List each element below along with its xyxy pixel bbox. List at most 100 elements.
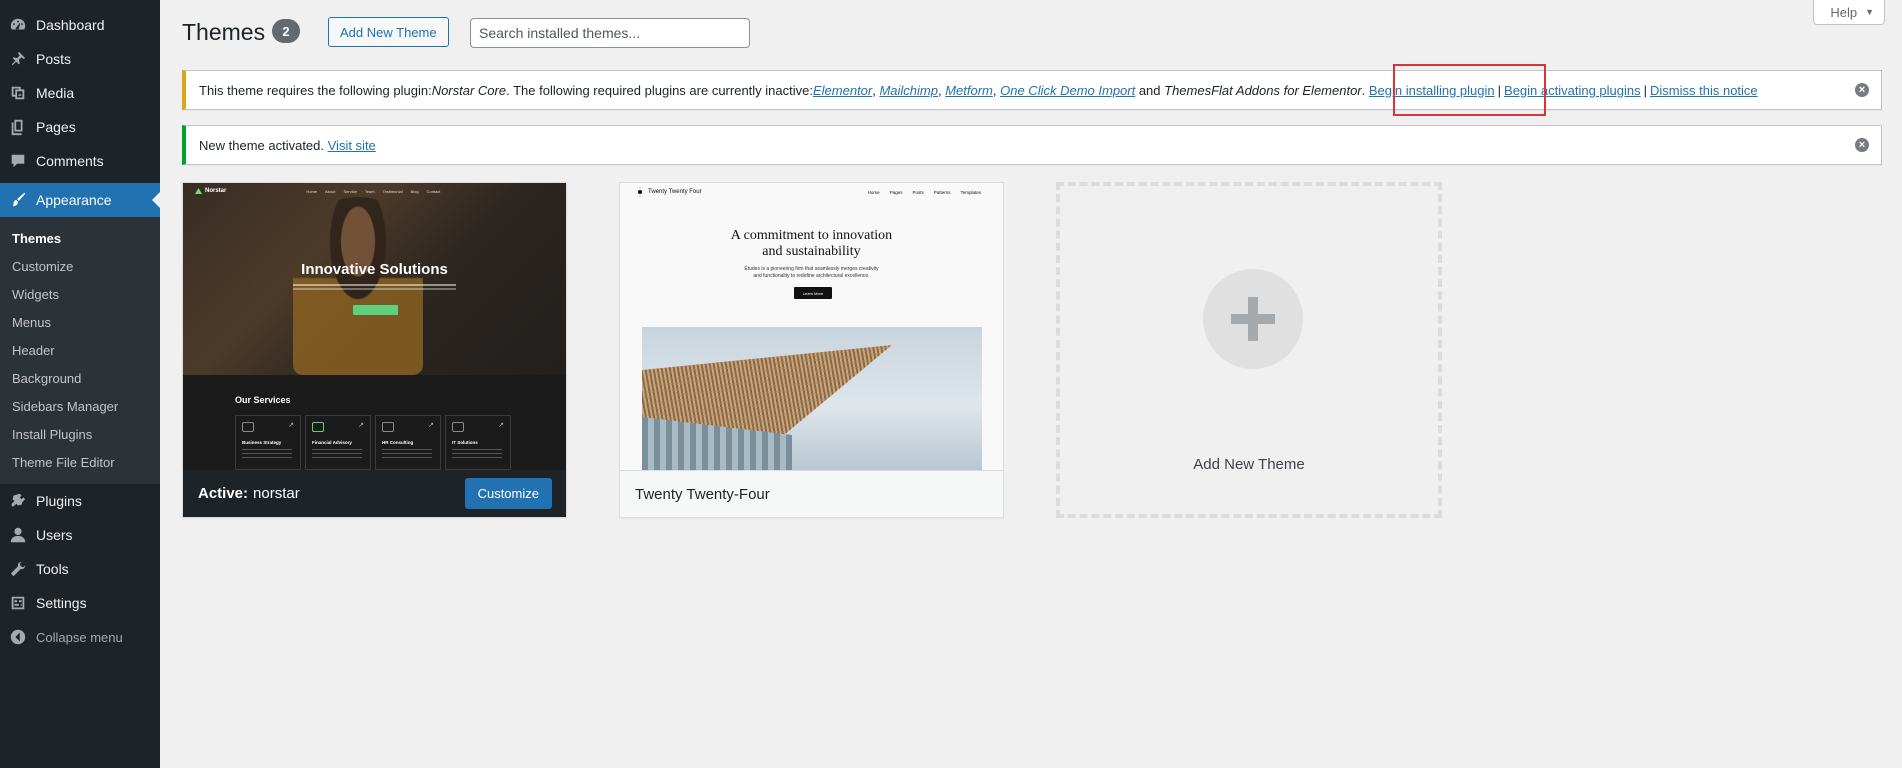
submenu-widgets[interactable]: Widgets — [0, 280, 160, 308]
tt4-architecture-image — [642, 327, 982, 470]
menu-appearance[interactable]: Appearance — [0, 183, 160, 217]
pages-icon — [0, 118, 36, 136]
notice-and: and — [1135, 82, 1165, 98]
people-icon — [382, 422, 394, 432]
submenu-background[interactable]: Background — [0, 364, 160, 392]
menu-pages[interactable]: Pages — [0, 110, 160, 144]
theme-name-bar: Active: norstar Customize — [183, 470, 566, 517]
menu-appearance-label: Appearance — [36, 192, 112, 208]
dismiss-close-icon[interactable]: × — [1855, 138, 1869, 152]
theme-activated-notice: New theme activated. Visit site × — [182, 125, 1882, 165]
plugin-link-one-click-demo-import[interactable]: One Click Demo Import — [1000, 83, 1135, 98]
add-new-theme-button[interactable]: Add New Theme — [328, 17, 449, 47]
visit-site-link[interactable]: Visit site — [328, 138, 376, 153]
menu-users[interactable]: Users — [0, 518, 160, 552]
appearance-submenu: Themes Customize Widgets Menus Header Ba… — [0, 217, 160, 484]
pin-icon — [0, 50, 36, 68]
settings-icon — [0, 594, 36, 612]
service-box: ↗ IT Solutions — [445, 415, 511, 470]
plugin-link-mailchimp[interactable]: Mailchimp — [879, 83, 938, 98]
begin-activating-plugins-link[interactable]: Begin activating plugins — [1504, 83, 1641, 98]
norstar-logo-icon — [195, 188, 202, 194]
menu-comments[interactable]: Comments — [0, 144, 160, 178]
menu-settings[interactable]: Settings — [0, 586, 160, 620]
add-new-theme-label: Add New Theme — [1193, 456, 1305, 473]
tt4-heading: A commitment to innovation and sustainab… — [730, 228, 893, 259]
menu-media-label: Media — [36, 85, 75, 101]
collapse-icon — [0, 628, 36, 646]
submenu-menus[interactable]: Menus — [0, 308, 160, 336]
plugin-link-metform[interactable]: Metform — [945, 83, 993, 98]
dashboard-icon — [0, 16, 36, 34]
norstar-hero-image: Norstar Home About Service Team Testimon… — [183, 183, 566, 375]
norstar-cta-button — [353, 305, 398, 315]
media-icon — [0, 84, 36, 102]
customize-button[interactable]: Customize — [464, 478, 552, 509]
notice-text-1: This theme requires the following plugin… — [199, 82, 432, 98]
wrench-icon — [0, 560, 36, 578]
dismiss-close-icon[interactable]: × — [1855, 83, 1869, 97]
menu-tools[interactable]: Tools — [0, 552, 160, 586]
paintbrush-icon — [0, 191, 36, 209]
tree-icon — [312, 422, 324, 432]
theme-name: Twenty Twenty-Four — [635, 485, 770, 503]
norstar-services-section: Our Services ↗ Business Strategy ↗ Financi… — [183, 375, 566, 470]
tt4-subtext: Études is a pioneering firm that seamles… — [744, 266, 879, 279]
menu-comments-label: Comments — [36, 153, 104, 169]
service-box: ↗ Financial Advisory — [305, 415, 371, 470]
caret-down-icon: ▼ — [1865, 7, 1874, 17]
menu-posts-label: Posts — [36, 51, 72, 67]
submenu-header[interactable]: Header — [0, 336, 160, 364]
separator: | — [1497, 82, 1502, 98]
comment-icon — [0, 152, 36, 170]
submenu-customize[interactable]: Customize — [0, 252, 160, 280]
menu-dashboard-label: Dashboard — [36, 17, 105, 33]
required-plugins-notice: This theme requires the following plugin… — [182, 70, 1882, 110]
main-content: Themes 2 Add New Theme Help ▼ This theme… — [160, 0, 1902, 768]
plugin-themesflat-addons: ThemesFlat Addons for Elementor — [1164, 82, 1362, 98]
norstar-preview-nav: Norstar Home About Service Team Testimon… — [183, 183, 566, 199]
menu-plugins-label: Plugins — [36, 493, 82, 509]
tt4-learn-more-button: Learn More — [794, 287, 832, 299]
tt4-logo-icon — [638, 190, 642, 194]
monitor-icon — [452, 422, 464, 432]
plus-icon — [1203, 269, 1303, 369]
submenu-sidebars-manager[interactable]: Sidebars Manager — [0, 392, 160, 420]
dismiss-notice-link[interactable]: Dismiss this notice — [1650, 83, 1758, 98]
add-new-theme-card[interactable]: Add New Theme — [1056, 182, 1442, 518]
menu-dashboard[interactable]: Dashboard — [0, 8, 160, 42]
plug-icon — [0, 492, 36, 510]
menu-pages-label: Pages — [36, 119, 76, 135]
search-themes-input[interactable] — [470, 18, 750, 48]
plugin-link-elementor[interactable]: Elementor — [813, 83, 872, 98]
menu-media[interactable]: Media — [0, 76, 160, 110]
collapse-menu[interactable]: Collapse menu — [0, 620, 160, 654]
active-theme-name: norstar — [253, 485, 300, 502]
theme-count-badge: 2 — [272, 19, 300, 43]
activated-text: New theme activated. — [199, 137, 328, 153]
theme-card-twenty-twenty-four[interactable]: Twenty Twenty Four Home Pages Posts Patt… — [619, 182, 1004, 518]
menu-plugins[interactable]: Plugins — [0, 484, 160, 518]
notice-period: . — [1361, 82, 1369, 98]
active-prefix: Active: — [198, 485, 249, 502]
required-plugin-name: Norstar Core — [431, 82, 507, 98]
tt4-preview-nav: Twenty Twenty Four Home Pages Posts Patt… — [620, 183, 1003, 201]
help-tab-button[interactable]: Help ▼ — [1813, 0, 1885, 25]
submenu-themes[interactable]: Themes — [0, 224, 160, 252]
menu-settings-label: Settings — [36, 595, 87, 611]
theme-screenshot-norstar: Norstar Home About Service Team Testimon… — [183, 183, 566, 470]
separator: | — [1643, 82, 1648, 98]
menu-posts[interactable]: Posts — [0, 42, 160, 76]
menu-users-label: Users — [36, 527, 73, 543]
begin-installing-plugin-link[interactable]: Begin installing plugin — [1369, 83, 1495, 98]
service-box: ↗ Business Strategy — [235, 415, 301, 470]
help-label: Help — [1830, 4, 1858, 20]
page-title: Themes — [182, 19, 266, 45]
service-box: ↗ HR Consulting — [375, 415, 441, 470]
theme-card-norstar[interactable]: Norstar Home About Service Team Testimon… — [182, 182, 567, 518]
theme-screenshot-twenty-twenty-four: Twenty Twenty Four Home Pages Posts Patt… — [620, 183, 1003, 470]
submenu-install-plugins[interactable]: Install Plugins — [0, 420, 160, 448]
admin-sidebar: Dashboard Posts Media Pages Comments App… — [0, 0, 160, 768]
chart-icon — [242, 422, 254, 432]
submenu-theme-file-editor[interactable]: Theme File Editor — [0, 448, 160, 476]
